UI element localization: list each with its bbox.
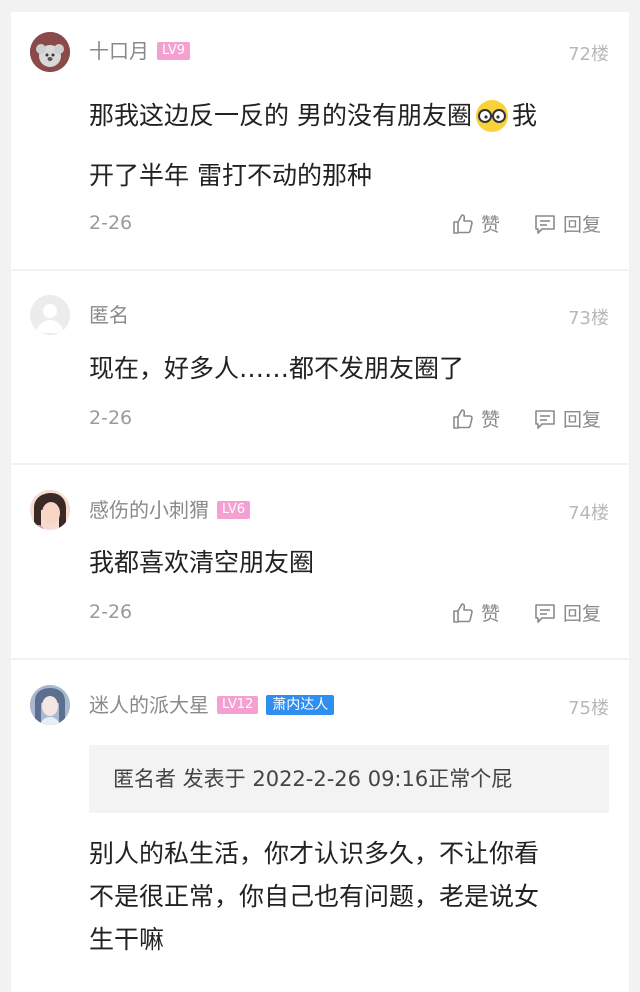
content-line: 我 bbox=[511, 101, 537, 130]
comment-date: 2-26 bbox=[89, 212, 133, 234]
thumb-up-icon bbox=[453, 408, 473, 429]
comment-icon bbox=[535, 603, 555, 623]
comment-card: 匿名 73楼 现在，好多人……都不发朋友圈了 2-26 赞 回复 bbox=[11, 271, 629, 463]
comment-card: 感伤的小刺猬 LV6 74楼 我都喜欢清空朋友圈 2-26 赞 回复 bbox=[11, 465, 629, 658]
comment-card: 迷人的派大星 LV12 萧内达人 75楼 匿名者 发表于 2022-2-26 0… bbox=[11, 660, 629, 992]
content-line: 生干嘛 bbox=[89, 925, 165, 954]
comment-list-page: 十口月 LV9 72楼 那我这边反一反的 男的没有朋友圈 我 开了半年 雷打不动… bbox=[0, 0, 640, 992]
glasses-emoji-icon bbox=[475, 100, 508, 132]
level-badge: LV9 bbox=[157, 42, 190, 60]
user-row: 感伤的小刺猬 LV6 bbox=[89, 495, 250, 525]
avatar[interactable] bbox=[30, 685, 70, 725]
comment-icon bbox=[535, 409, 555, 429]
level-badge: LV12 bbox=[217, 696, 259, 714]
content-line: 开了半年 雷打不动的那种 bbox=[89, 161, 372, 190]
username[interactable]: 十口月 bbox=[89, 36, 149, 66]
reply-button[interactable]: 回复 bbox=[533, 405, 601, 432]
content-line: 现在，好多人……都不发朋友圈了 bbox=[89, 354, 465, 383]
floor-number: 72楼 bbox=[568, 44, 609, 65]
avatar[interactable] bbox=[30, 490, 70, 530]
comment-date: 2-26 bbox=[89, 601, 133, 623]
comment-content: 现在，好多人……都不发朋友圈了 bbox=[89, 339, 609, 399]
content-line: 我都喜欢清空朋友圈 bbox=[89, 548, 315, 577]
user-row: 匿名 bbox=[89, 300, 129, 330]
comment-date: 2-26 bbox=[89, 407, 133, 429]
comment-card: 十口月 LV9 72楼 那我这边反一反的 男的没有朋友圈 我 开了半年 雷打不动… bbox=[11, 12, 629, 269]
content-line: 那我这边反一反的 男的没有朋友圈 bbox=[89, 101, 472, 130]
reply-label: 回复 bbox=[563, 409, 602, 431]
user-row: 十口月 LV9 bbox=[89, 36, 190, 66]
content-line: 别人的私生活，你才认识多久，不让你看 bbox=[89, 839, 540, 868]
floor-number: 75楼 bbox=[568, 698, 609, 719]
koala-avatar-icon bbox=[30, 32, 70, 72]
username[interactable]: 迷人的派大星 bbox=[89, 690, 209, 720]
reply-button[interactable]: 回复 bbox=[533, 599, 601, 626]
username[interactable]: 匿名 bbox=[89, 300, 129, 330]
thumb-up-icon bbox=[453, 213, 473, 234]
floor-number: 73楼 bbox=[568, 308, 609, 329]
like-label: 赞 bbox=[481, 409, 501, 431]
avatar[interactable] bbox=[30, 295, 70, 335]
thumb-up-icon bbox=[453, 602, 473, 623]
avatar[interactable] bbox=[30, 32, 70, 72]
like-label: 赞 bbox=[481, 603, 501, 625]
reply-button[interactable]: 回复 bbox=[533, 210, 601, 237]
level-badge: LV6 bbox=[217, 501, 250, 519]
anime-girl-avatar-icon bbox=[30, 685, 70, 725]
reply-label: 回复 bbox=[563, 603, 602, 625]
like-button[interactable]: 赞 bbox=[451, 405, 500, 432]
comment-icon bbox=[535, 214, 555, 234]
reply-label: 回复 bbox=[563, 214, 602, 236]
quoted-reply[interactable]: 匿名者 发表于 2022-2-26 09:16正常个屁 bbox=[89, 745, 609, 813]
content-line: 不是很正常，你自己也有问题，老是说女 bbox=[89, 882, 540, 911]
floor-number: 74楼 bbox=[568, 503, 609, 524]
girl-avatar-icon bbox=[30, 490, 70, 530]
comment-content: 那我这边反一反的 男的没有朋友圈 我 开了半年 雷打不动的那种 bbox=[89, 86, 609, 206]
like-button[interactable]: 赞 bbox=[451, 599, 500, 626]
user-row: 迷人的派大星 LV12 萧内达人 bbox=[89, 690, 335, 720]
comment-content: 别人的私生活，你才认识多久，不让你看 不是很正常，你自己也有问题，老是说女 生干… bbox=[89, 832, 609, 961]
username[interactable]: 感伤的小刺猬 bbox=[89, 495, 209, 525]
like-button[interactable]: 赞 bbox=[451, 210, 500, 237]
default-avatar-icon bbox=[30, 295, 70, 335]
comment-content: 我都喜欢清空朋友圈 bbox=[89, 533, 609, 593]
like-label: 赞 bbox=[481, 214, 501, 236]
talent-badge: 萧内达人 bbox=[266, 695, 335, 715]
